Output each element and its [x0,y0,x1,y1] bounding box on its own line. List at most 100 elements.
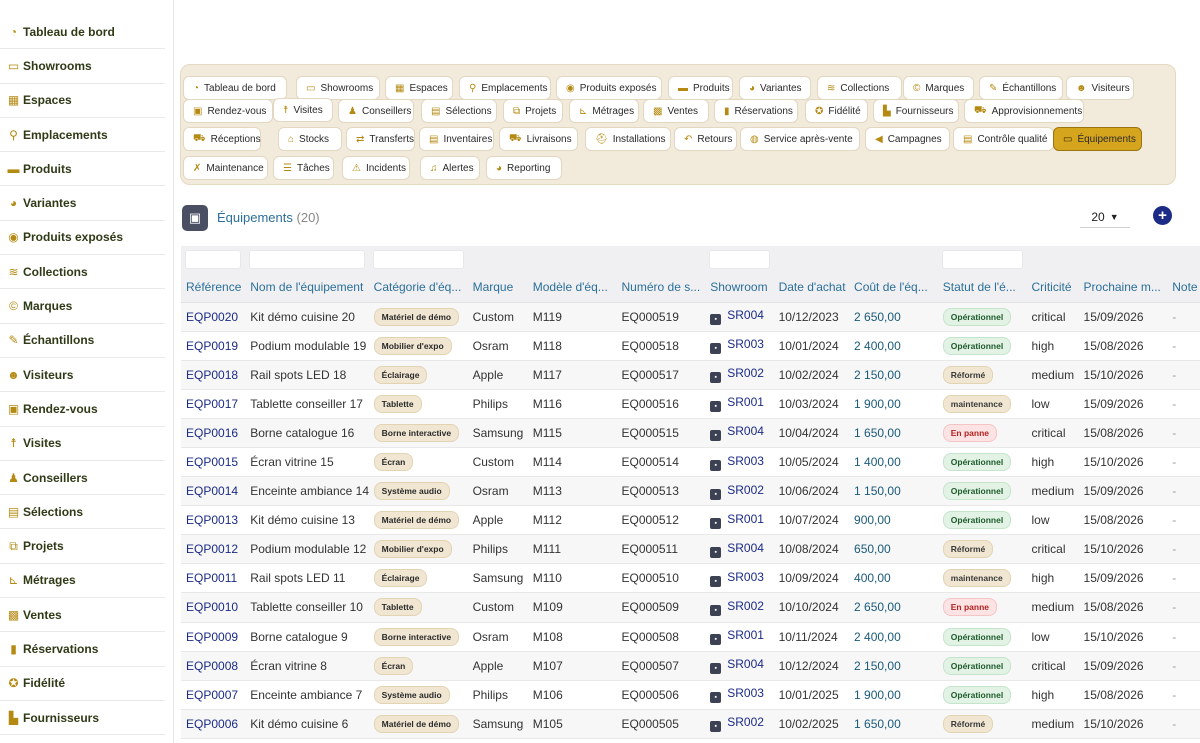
add-equipment-button[interactable]: + [1153,206,1172,225]
page-size-select[interactable]: 20 ▼ [1080,206,1130,228]
equipment-reference-link[interactable]: EQP0011 [181,564,245,593]
column-header-numero-de-s[interactable]: Numéro de s... [616,272,706,303]
sidebar-item-conseillers[interactable]: ♟ Conseillers [0,461,165,496]
equipment-reference-link[interactable]: EQP0012 [181,535,245,564]
table-row[interactable]: EQP0020 Kit démo cuisine 20 Matériel de dé… [181,302,1200,332]
column-header-categorie-d-eq[interactable]: Catégorie d'éq... [368,272,468,303]
showroom-link[interactable]: SR001 [727,395,764,409]
equipment-reference-link[interactable]: EQP0016 [181,418,245,447]
showroom-link[interactable]: SR003 [727,570,764,584]
column-header-showroom[interactable]: Showroom [705,272,774,303]
table-row[interactable]: EQP0011 Rail spots LED 11 Éclairage Samsung… [181,564,1200,593]
tab-variantes[interactable]: ◕ Variantes [739,76,811,100]
sidebar-item-echantillons[interactable]: ✎ Échantillons [0,324,165,358]
equipment-reference-link[interactable]: EQP0019 [181,331,245,360]
tab-incidents[interactable]: ⚠ Incidents [342,156,410,180]
table-row[interactable]: EQP0017 Tablette conseiller 17 Tablette Phi… [181,389,1200,419]
tab-reservations[interactable]: ▮ Réservations [714,99,798,123]
table-row[interactable]: EQP0009 Borne catalogue 9 Borne interactiv… [181,622,1200,652]
tab-visiteurs[interactable]: ☻ Visiteurs [1066,76,1134,100]
tab-fournisseurs[interactable]: ▙ Fournisseurs [873,99,959,123]
showroom-link[interactable]: SR001 [727,512,764,526]
table-row[interactable]: EQP0006 Kit démo cuisine 6 Matériel de dém… [181,709,1200,739]
tab-produits[interactable]: ▬ Produits [668,76,733,100]
table-row[interactable]: EQP0008 Écran vitrine 8 Écran Apple M107 EQ00… [181,651,1200,681]
showroom-link[interactable]: SR002 [727,599,764,613]
column-header-criticite[interactable]: Criticité [1026,272,1079,303]
sidebar-item-variantes[interactable]: ◕ Variantes [0,186,165,221]
sidebar-item-rendez-vous[interactable]: ▣ Rendez-vous [0,392,165,427]
filter-input-categorie-d-eq[interactable] [372,249,464,269]
showroom-link[interactable]: SR004 [727,541,764,555]
tab-collections[interactable]: ≋ Collections [817,76,902,100]
equipment-reference-link[interactable]: EQP0010 [181,593,245,622]
sidebar-item-visites[interactable]: ☨ Visites [0,427,165,461]
showroom-link[interactable]: SR002 [727,366,764,380]
tab-inventaires[interactable]: ▤ Inventaires [419,127,494,151]
showroom-link[interactable]: SR004 [727,657,764,671]
equipment-reference-link[interactable]: EQP0013 [181,506,245,535]
showroom-link[interactable]: SR004 [727,308,764,322]
filter-input-showroom[interactable] [709,249,770,269]
tab-emplacements[interactable]: ⚲ Emplacements [459,76,551,100]
filter-input-statut-de-l-e[interactable] [941,249,1023,269]
showroom-link[interactable]: SR003 [727,337,764,351]
filter-input-reference[interactable] [185,249,242,269]
sidebar-item-selections[interactable]: ▤ Sélections [0,495,165,530]
sidebar-item-produits-exposes[interactable]: ◉ Produits exposés [0,221,165,256]
tab-ventes[interactable]: ▩ Ventes [643,99,709,123]
tab-maintenance[interactable]: ✗ Maintenance [183,156,268,180]
equipment-reference-link[interactable]: EQP0017 [181,389,245,418]
sidebar-item-metrages[interactable]: ⊾ Métrages [0,564,165,599]
column-header-modele-d-eq[interactable]: Modèle d'éq... [527,272,617,303]
equipment-reference-link[interactable]: EQP0014 [181,477,245,506]
showroom-link[interactable]: SR003 [727,454,764,468]
showroom-link[interactable]: SR003 [727,686,764,700]
sidebar-item-collections[interactable]: ≋ Collections [0,255,165,290]
showroom-link[interactable]: SR001 [727,628,764,642]
column-header-cout-de-l-eq[interactable]: Coût de l'éq... [849,272,938,303]
tab-transferts[interactable]: ⇄ Transferts [346,127,415,151]
tab-livraisons[interactable]: ⛟ Livraisons [499,127,578,151]
sidebar-item-espaces[interactable]: ▦ Espaces [0,84,165,118]
tab-stocks[interactable]: ⌂ Stocks [278,127,342,151]
table-row[interactable]: EQP0014 Enceinte ambiance 14 Système audio… [181,476,1200,506]
table-row[interactable]: EQP0019 Podium modulable 19 Mobilier d'exp… [181,331,1200,361]
sidebar-item-fidelite[interactable]: ✪ Fidélité [0,667,165,701]
tab-espaces[interactable]: ▦ Espaces [385,76,453,100]
column-header-marque[interactable]: Marque [467,272,528,303]
equipment-reference-link[interactable]: EQP0020 [181,302,245,331]
tab-campagnes[interactable]: ◀ Campagnes [865,127,950,151]
sidebar-item-fournisseurs[interactable]: ▙ Fournisseurs [0,701,165,736]
column-header-note[interactable]: Note [1167,272,1200,303]
column-header-nom-de-l-equipement[interactable]: Nom de l'équipement [245,272,369,303]
column-header-reference[interactable]: Référence [181,272,246,303]
showroom-link[interactable]: SR002 [727,715,764,729]
tab-rendez-vous[interactable]: ▣ Rendez-vous [183,99,273,123]
tab-installations[interactable]: ⛑ Installations [585,127,671,151]
equipment-reference-link[interactable]: EQP0008 [181,651,245,680]
table-row[interactable]: EQP0010 Tablette conseiller 10 Tablette Cus… [181,592,1200,623]
tab-reporting[interactable]: ◕ Reporting [486,156,562,180]
showroom-link[interactable]: SR002 [727,483,764,497]
tab-receptions[interactable]: ⛟ Réceptions [183,127,261,151]
tab-equipements[interactable]: ▭ Équipements [1053,127,1142,151]
sidebar-item-tableau-de-bord[interactable]: ◔ Tableau de bord [0,15,165,50]
sidebar-item-showrooms[interactable]: ▭ Showrooms [0,49,165,84]
tab-controle-qualite[interactable]: ▤ Contrôle qualité [953,127,1054,151]
sidebar-item-emplacements[interactable]: ⚲ Emplacements [0,118,165,153]
sidebar-item-visiteurs[interactable]: ☻ Visiteurs [0,358,165,393]
tab-fidelite[interactable]: ✪ Fidélité [805,99,868,123]
sidebar-item-projets[interactable]: ⧉ Projets [0,529,165,564]
table-row[interactable]: EQP0013 Kit démo cuisine 13 Matériel de dé… [181,506,1200,535]
table-row[interactable]: EQP0012 Podium modulable 12 Mobilier d'exp… [181,534,1200,564]
tab-echantillons[interactable]: ✎ Échantillons [979,76,1063,100]
tab-projets[interactable]: ⧉ Projets [503,99,563,123]
sidebar-item-produits[interactable]: ▬ Produits [0,152,165,187]
sidebar-item-ventes[interactable]: ▩ Ventes [0,598,165,633]
tab-taches[interactable]: ☰ Tâches [273,156,334,180]
equipment-reference-link[interactable]: EQP0007 [181,680,245,709]
tab-marques[interactable]: © Marques [903,76,974,100]
filter-input-nom-de-l-equipement[interactable] [249,249,365,269]
table-row[interactable]: EQP0007 Enceinte ambiance 7 Système audio P… [181,680,1200,710]
